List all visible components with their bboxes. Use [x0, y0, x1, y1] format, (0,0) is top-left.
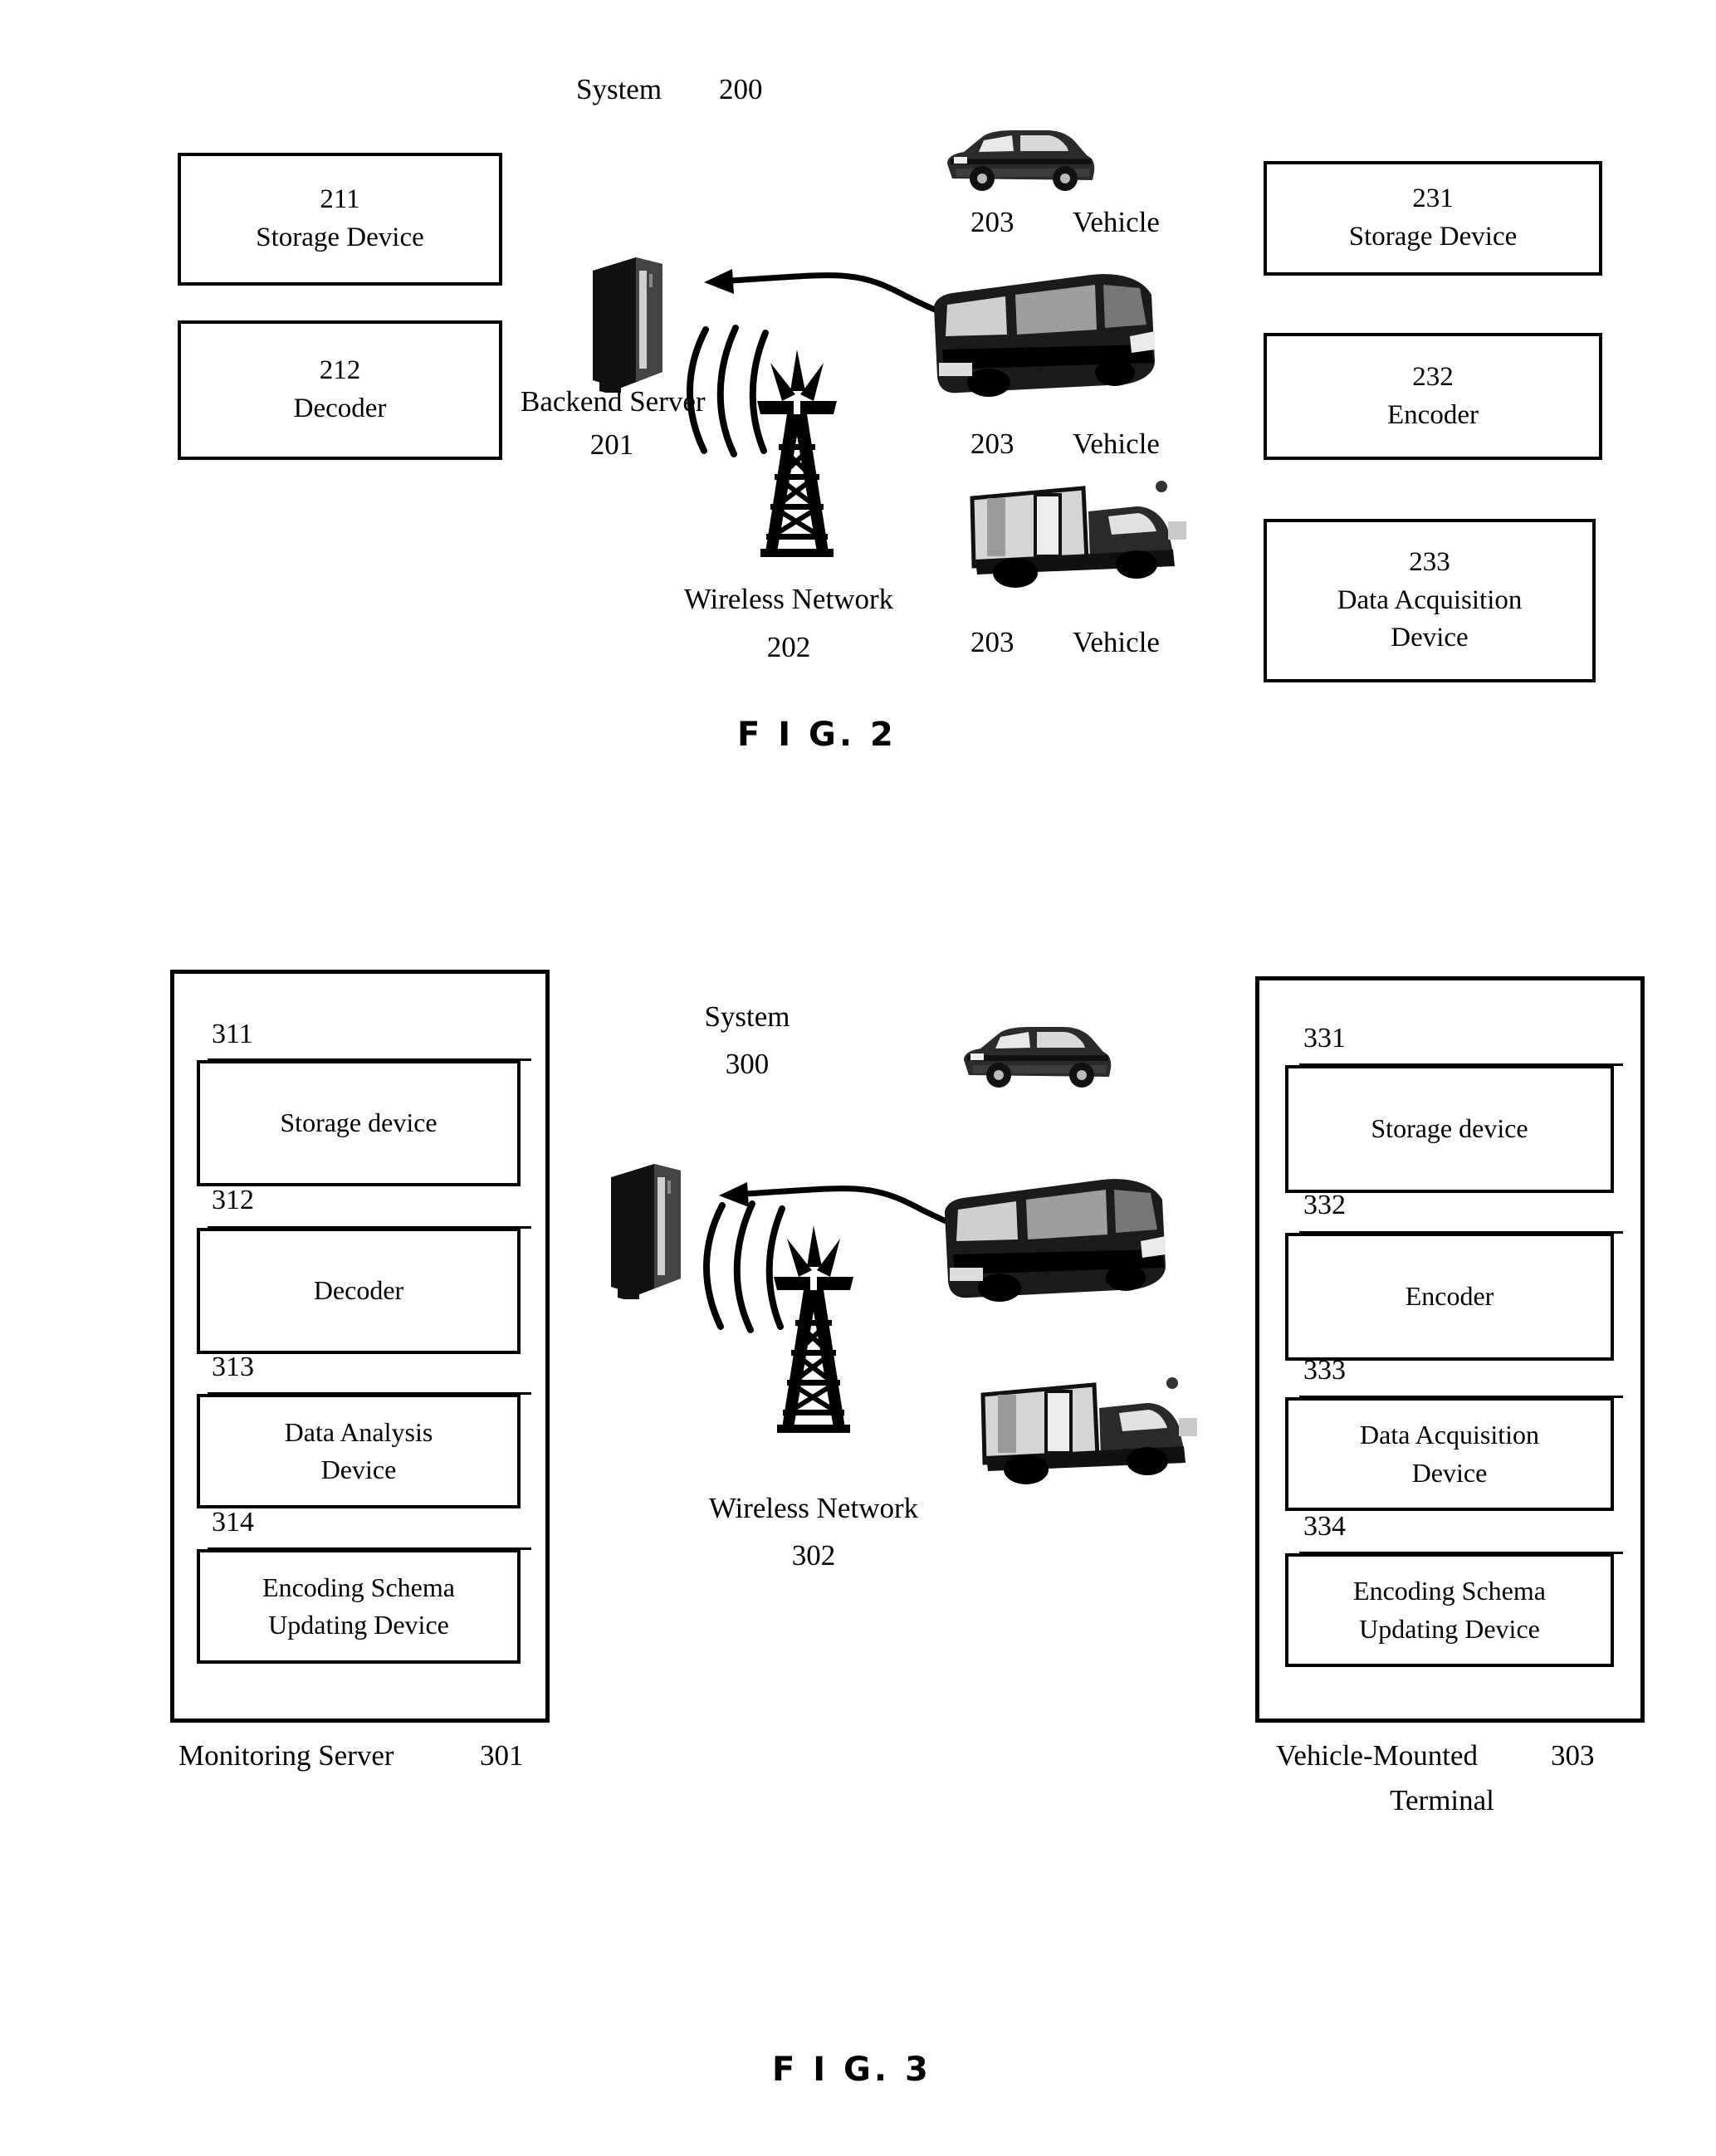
box-number: 232: [1412, 361, 1454, 392]
box-label: Storage device: [1371, 1113, 1528, 1144]
fig3-vehicle-car-image: [951, 1017, 1117, 1092]
fig2-server-label: Backend Server: [521, 385, 706, 418]
fig3-box-314: Encoding Schema Updating Device: [197, 1549, 521, 1664]
box-number: 211: [320, 184, 360, 215]
box-label: Encoder: [1405, 1281, 1494, 1312]
fig3-system-number: 300: [725, 1048, 770, 1080]
fig2-box-231: 231 Storage Device: [1264, 161, 1602, 276]
fig3-ref-312: 312: [212, 1185, 254, 1215]
fig3-vehicle-truck-image: [970, 1370, 1202, 1498]
fig3-ref-332: 332: [1303, 1190, 1346, 1220]
fig2-box-212: 212 Decoder: [178, 320, 502, 460]
fig3-ref-314: 314: [212, 1507, 254, 1538]
box-label: Data Analysis Device: [284, 1416, 433, 1484]
fig2-box-211: 211 Storage Device: [178, 153, 502, 286]
fig2-vehicle-car-image: [934, 120, 1100, 195]
fig3-ref-311: 311: [212, 1019, 253, 1049]
fig2-network-label: Wireless Network: [683, 583, 894, 615]
fig3-box-334: Encoding Schema Updating Device: [1285, 1553, 1614, 1667]
box-label: Decoder: [313, 1275, 404, 1306]
fig3-left-panel-number: 301: [480, 1739, 524, 1772]
fig3-vehicle-bus-image: [936, 1175, 1173, 1303]
fig3-caption: F I G. 3: [772, 2051, 931, 2089]
fig2-server-number: 201: [589, 428, 634, 461]
fig3-ref-334: 334: [1303, 1511, 1346, 1542]
fig2-system-label: System: [576, 73, 662, 105]
box-number: 231: [1412, 183, 1454, 214]
fig3-ref-333: 333: [1303, 1355, 1346, 1386]
fig2-vehicle-number-3: 203: [970, 626, 1014, 658]
box-label: Data Acquisition Device: [1337, 584, 1523, 653]
fig3-box-331: Storage device: [1285, 1065, 1614, 1193]
fig3-ref-313: 313: [212, 1352, 254, 1382]
fig2-server-icon: [588, 256, 667, 393]
fig3-right-panel-title-line2: Terminal: [1390, 1784, 1494, 1816]
fig3-box-332: Encoder: [1285, 1233, 1614, 1361]
fig2-network-number: 202: [766, 631, 811, 663]
box-label: Encoding Schema Updating Device: [1353, 1576, 1546, 1644]
fig3-box-312: Decoder: [197, 1228, 521, 1354]
fig2-vehicle-truck-image: [959, 473, 1191, 602]
box-label: Decoder: [293, 394, 387, 423]
fig3-network-number: 302: [791, 1539, 836, 1572]
fig3-right-panel-title-line1: Vehicle-Mounted: [1276, 1739, 1478, 1772]
fig2-box-233: 233 Data Acquisition Device: [1264, 519, 1596, 682]
fig3-system-label: System: [704, 1000, 790, 1033]
fig3-right-panel-number: 303: [1551, 1739, 1595, 1772]
box-label: Storage device: [280, 1107, 438, 1138]
fig2-system-number: 200: [719, 73, 763, 105]
fig2-box-232: 232 Encoder: [1264, 333, 1602, 460]
fig2-vehicle-number-2: 203: [970, 428, 1014, 460]
box-label: Encoder: [1387, 399, 1479, 430]
fig2-vehicle-number-1: 203: [970, 206, 1014, 238]
fig2-vehicle-label-3: Vehicle: [1073, 626, 1160, 658]
box-number: 212: [319, 355, 361, 386]
fig3-box-313: Data Analysis Device: [197, 1394, 521, 1508]
fig3-left-panel-title: Monitoring Server: [178, 1739, 394, 1772]
box-label: Storage Device: [256, 222, 424, 252]
fig3-ref-331: 331: [1303, 1023, 1346, 1054]
fig2-vehicle-label-1: Vehicle: [1073, 206, 1160, 238]
fig3-network-label: Wireless Network: [708, 1492, 919, 1524]
fig3-box-311: Storage device: [197, 1060, 521, 1186]
fig2-vehicle-label-2: Vehicle: [1073, 428, 1160, 460]
fig2-vehicle-bus-image: [926, 270, 1162, 398]
box-label: Encoding Schema Updating Device: [262, 1572, 455, 1640]
box-label: Data Acquisition Device: [1360, 1420, 1539, 1488]
box-number: 233: [1409, 547, 1450, 578]
fig3-box-333: Data Acquisition Device: [1285, 1397, 1614, 1511]
fig3-server-icon: [606, 1162, 686, 1299]
fig2-caption: F I G. 2: [737, 716, 897, 754]
box-label: Storage Device: [1348, 222, 1518, 252]
